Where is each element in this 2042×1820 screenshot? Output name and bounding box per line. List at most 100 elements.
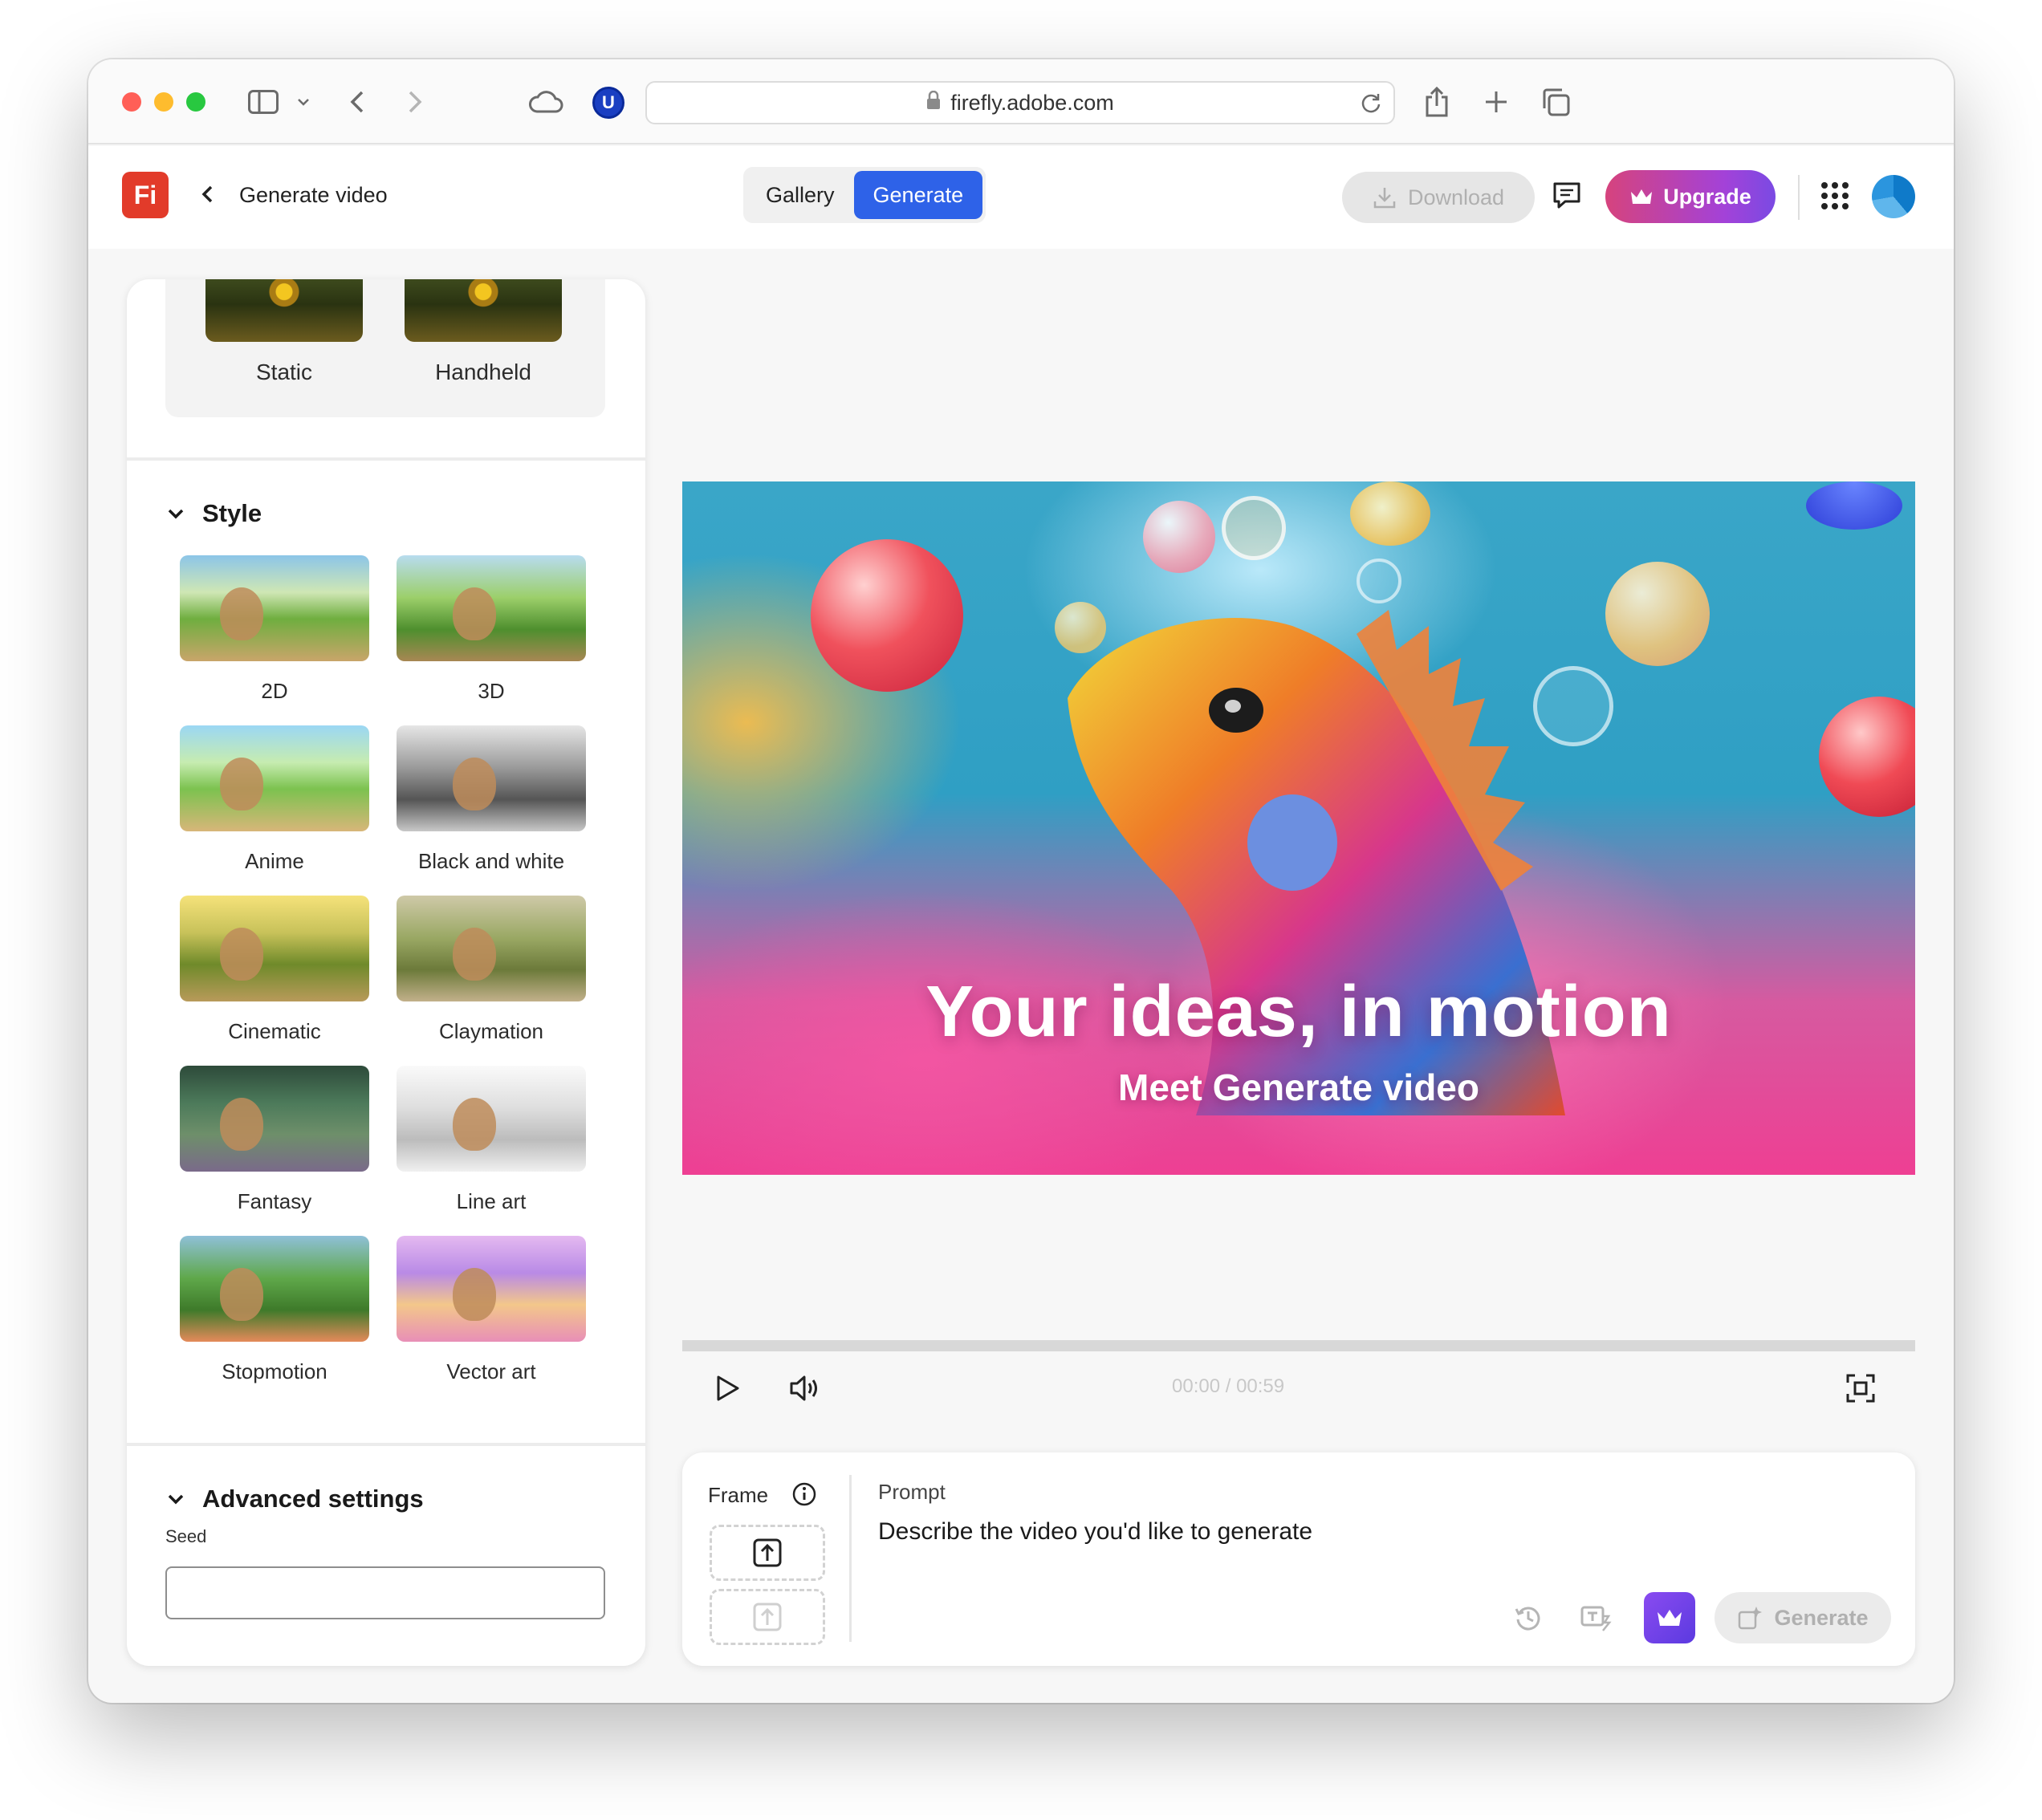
upgrade-label: Upgrade <box>1663 184 1751 209</box>
download-label: Download <box>1407 185 1505 209</box>
style-label-stopmotion: Stopmotion <box>222 1359 327 1383</box>
motion-thumb-static[interactable] <box>205 279 363 342</box>
lock-icon <box>926 90 941 116</box>
close-window-button[interactable] <box>122 92 141 112</box>
video-progress-bar[interactable] <box>682 1340 1915 1351</box>
rabbit-shape <box>220 1098 263 1151</box>
browser-window: U firefly.adobe.com Fi Generate video Ga… <box>88 59 1954 1703</box>
crown-icon <box>1658 1610 1682 1626</box>
advanced-settings-heading: Advanced settings <box>202 1485 424 1513</box>
style-label-line-art: Line art <box>456 1189 527 1213</box>
prompt-divider <box>849 1475 852 1642</box>
prompt-suggestions-button[interactable] <box>1570 1592 1621 1643</box>
play-icon <box>717 1375 739 1401</box>
cloud-icon[interactable] <box>527 83 565 120</box>
extension-icon[interactable]: U <box>592 87 624 119</box>
bubble-shape <box>811 539 963 692</box>
style-thumb-black-and-white[interactable] <box>397 725 586 831</box>
new-tab-icon[interactable] <box>1480 83 1512 120</box>
style-label-2d: 2D <box>261 679 288 703</box>
history-icon <box>1515 1607 1540 1631</box>
style-heading: Style <box>202 499 262 527</box>
rabbit-shape <box>453 1268 496 1321</box>
bubble-shape <box>1350 481 1430 546</box>
settings-panel: Static Handheld Style 2D 3D Anime Black and… <box>127 279 645 1666</box>
fullscreen-button[interactable] <box>1837 1364 1885 1412</box>
play-button[interactable] <box>703 1364 751 1412</box>
first-frame-upload[interactable] <box>710 1525 825 1581</box>
minimize-window-button[interactable] <box>154 92 173 112</box>
style-label-3d: 3D <box>478 679 505 703</box>
browser-toolbar: U firefly.adobe.com <box>88 59 1954 144</box>
style-label-cinematic: Cinematic <box>228 1019 321 1043</box>
address-bar[interactable]: firefly.adobe.com <box>645 81 1395 124</box>
rabbit-shape <box>453 758 496 810</box>
style-thumb-claymation[interactable] <box>397 896 586 1001</box>
tab-overview-icon[interactable] <box>1538 83 1573 120</box>
style-thumb-anime[interactable] <box>180 725 369 831</box>
motion-label-handheld: Handheld <box>435 360 531 384</box>
apps-grid-icon[interactable] <box>1820 181 1849 214</box>
download-icon <box>1373 188 1396 209</box>
volume-button[interactable] <box>780 1364 828 1412</box>
panel-divider <box>127 457 645 461</box>
avatar[interactable] <box>1872 175 1915 218</box>
video-title: Your ideas, in motion <box>925 972 1672 1052</box>
url-text: firefly.adobe.com <box>950 90 1114 115</box>
back-button[interactable] <box>191 178 223 210</box>
feedback-icon[interactable] <box>1551 180 1583 216</box>
chevron-down-icon <box>168 509 184 519</box>
info-icon[interactable] <box>791 1481 817 1511</box>
upload-icon <box>753 1603 782 1631</box>
video-preview[interactable]: Your ideas, in motion Meet Generate vide… <box>682 481 1915 1175</box>
style-label-black-and-white: Black and white <box>417 849 565 873</box>
premium-button[interactable] <box>1644 1592 1695 1643</box>
motion-thumb-handheld[interactable] <box>405 279 562 342</box>
back-arrow-icon[interactable] <box>345 83 369 120</box>
upgrade-button[interactable]: Upgrade <box>1605 170 1776 223</box>
mode-tabs: Gallery Generate <box>743 167 986 223</box>
bubble-shape <box>1357 559 1401 603</box>
style-thumb-2d[interactable] <box>180 555 369 661</box>
style-thumb-vector-art[interactable] <box>397 1236 586 1342</box>
advanced-settings-toggle[interactable]: Advanced settings <box>167 1485 424 1513</box>
style-section-toggle[interactable]: Style <box>167 499 262 528</box>
header-divider <box>1798 175 1800 220</box>
zoom-window-button[interactable] <box>186 92 205 112</box>
bubble-shape <box>1605 562 1710 666</box>
tab-generate[interactable]: Generate <box>853 171 983 219</box>
last-frame-upload[interactable] <box>710 1589 825 1645</box>
firefly-logo[interactable]: Fi <box>122 172 169 218</box>
bubble-shape <box>1806 481 1902 530</box>
rabbit-shape <box>453 1098 496 1151</box>
share-icon[interactable] <box>1421 83 1453 120</box>
style-thumb-3d[interactable] <box>397 555 586 661</box>
bubble-shape <box>1222 496 1286 560</box>
history-button[interactable] <box>1503 1592 1554 1643</box>
prompt-input[interactable]: Describe the video you'd like to generat… <box>878 1518 1312 1546</box>
seed-input[interactable] <box>165 1566 605 1619</box>
reload-icon[interactable] <box>1360 91 1382 120</box>
rabbit-shape <box>220 1268 263 1321</box>
rabbit-shape <box>220 587 263 640</box>
tab-gallery[interactable]: Gallery <box>746 171 854 219</box>
sidebar-toggle-icon[interactable] <box>246 83 281 120</box>
crown-icon <box>1631 189 1653 204</box>
style-thumb-cinematic[interactable] <box>180 896 369 1001</box>
style-thumb-line-art[interactable] <box>397 1066 586 1172</box>
style-thumb-stopmotion[interactable] <box>180 1236 369 1342</box>
bubble-shape <box>1819 697 1915 817</box>
style-label-anime: Anime <box>245 849 304 873</box>
style-thumb-fantasy[interactable] <box>180 1066 369 1172</box>
forward-arrow-icon[interactable] <box>403 83 427 120</box>
app-header: Fi Generate video Gallery Generate Downl… <box>88 146 1954 249</box>
rabbit-shape <box>453 928 496 981</box>
time-display: 00:00 / 00:59 <box>1172 1375 1285 1397</box>
generate-button[interactable]: Generate <box>1715 1592 1891 1643</box>
rabbit-shape <box>220 758 263 810</box>
style-label-vector-art: Vector art <box>446 1359 536 1383</box>
chevron-left-icon <box>201 185 213 203</box>
download-button[interactable]: Download <box>1342 172 1535 223</box>
chevron-down-icon[interactable] <box>294 83 313 120</box>
generate-label: Generate <box>1774 1605 1869 1630</box>
